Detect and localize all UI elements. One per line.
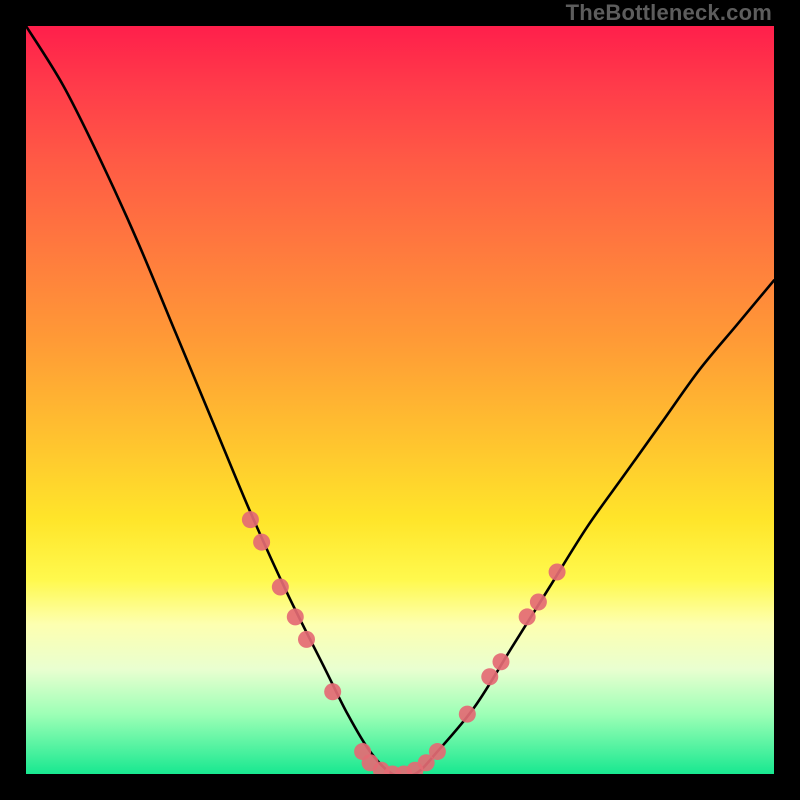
highlight-marker — [549, 564, 566, 581]
highlight-marker — [242, 511, 259, 528]
highlight-marker — [324, 683, 341, 700]
watermark-text: TheBottleneck.com — [566, 0, 772, 26]
highlight-marker — [481, 668, 498, 685]
highlight-marker — [429, 743, 446, 760]
chart-svg — [26, 26, 774, 774]
highlight-marker — [519, 608, 536, 625]
bottleneck-curve — [26, 26, 774, 774]
highlight-marker — [492, 653, 509, 670]
highlight-marker — [287, 608, 304, 625]
highlight-markers — [242, 511, 566, 774]
chart-area — [26, 26, 774, 774]
highlight-marker — [272, 579, 289, 596]
highlight-marker — [459, 706, 476, 723]
highlight-marker — [530, 593, 547, 610]
highlight-marker — [298, 631, 315, 648]
highlight-marker — [253, 534, 270, 551]
